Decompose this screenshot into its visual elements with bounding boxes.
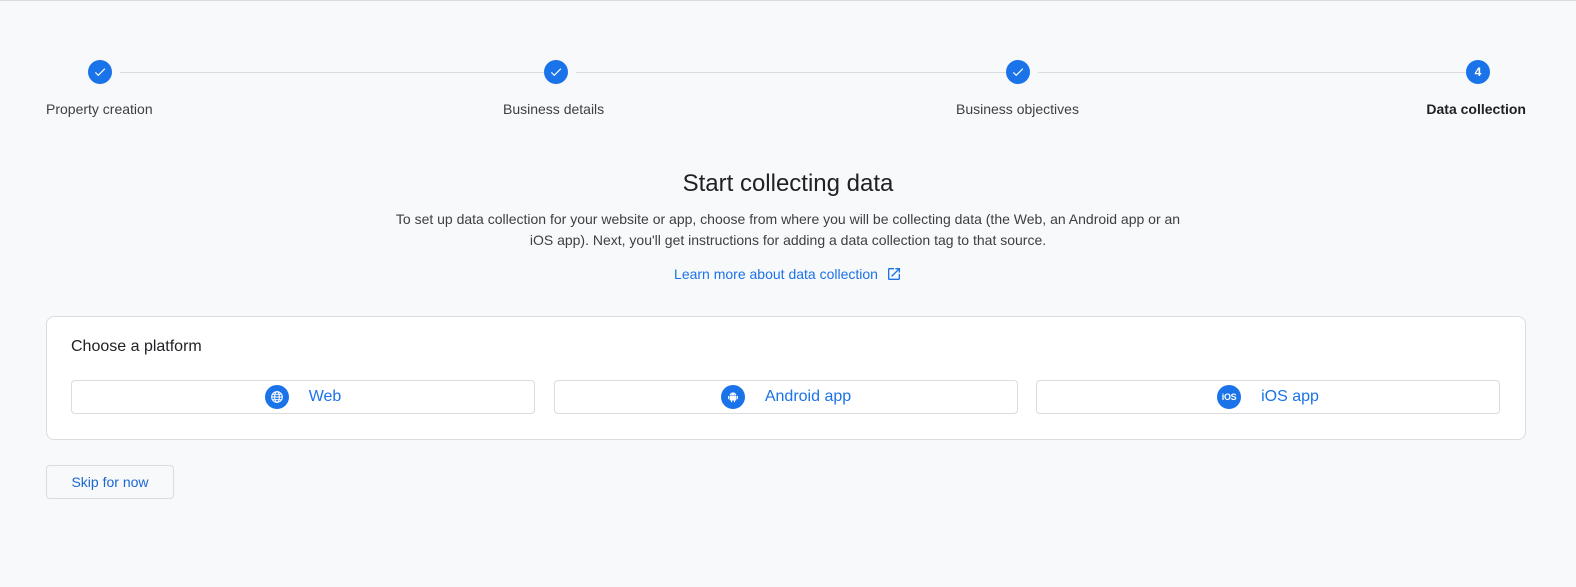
learn-more-label: Learn more about data collection [674, 266, 878, 282]
step-2-label: Business details [503, 101, 605, 117]
skip-for-now-button[interactable]: Skip for now [46, 465, 174, 499]
step-4-label: Data collection [1426, 101, 1526, 117]
ios-platform-label: iOS app [1261, 388, 1319, 405]
step-connector [1038, 72, 1466, 73]
ios-icon: iOS [1217, 385, 1242, 409]
learn-more-link[interactable]: Learn more about data collection [0, 266, 1576, 282]
android-platform-label: Android app [764, 388, 852, 405]
web-platform-label: Web [308, 388, 342, 405]
android-platform-button[interactable]: Android app [554, 380, 1018, 414]
check-icon [1012, 68, 1024, 77]
step-4-number: 4 [1466, 60, 1490, 84]
page-description: To set up data collection for your websi… [395, 211, 1181, 248]
step-1-complete-icon [88, 60, 112, 84]
globe-icon [264, 385, 289, 409]
setup-stepper: Property creation Business details Busin… [0, 0, 1576, 130]
step-3-complete-icon [1006, 60, 1030, 84]
ios-platform-button[interactable]: iOS iOS app [1036, 380, 1500, 414]
step-1-label: Property creation [46, 101, 153, 117]
step-connector [576, 72, 1006, 73]
check-icon [94, 68, 106, 77]
step-2-complete-icon [544, 60, 568, 84]
open-in-new-icon [887, 268, 900, 280]
step-3-label: Business objectives [956, 101, 1079, 117]
page-title: Start collecting data [682, 170, 894, 197]
platform-card: Choose a platform Web Android app iOS iO… [46, 316, 1526, 440]
ios-icon-text: iOS [1221, 392, 1237, 402]
platform-card-title: Choose a platform [71, 338, 202, 355]
web-platform-button[interactable]: Web [71, 380, 535, 414]
step-connector [120, 72, 544, 73]
check-icon [550, 68, 562, 77]
android-icon [720, 385, 745, 409]
